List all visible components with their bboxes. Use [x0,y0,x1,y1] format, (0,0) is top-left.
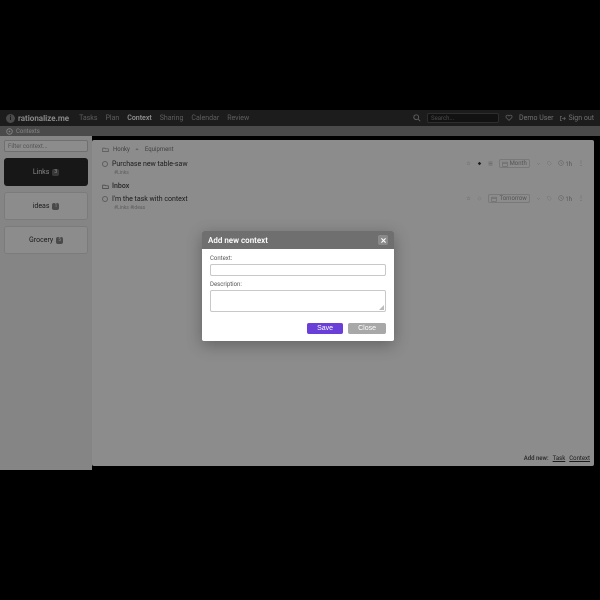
modal-footer: Save Close [202,318,394,341]
modal-title: Add new context [208,236,268,245]
context-input[interactable] [210,264,386,276]
modal-body: Context: Description: [202,249,394,318]
description-textarea[interactable] [210,290,386,312]
add-context-modal: Add new context Context: Description: Sa… [202,231,394,341]
context-label: Context: [210,255,386,262]
close-button[interactable]: Close [348,323,386,334]
resize-handle-icon[interactable] [379,305,384,310]
description-label: Description: [210,281,386,288]
modal-header: Add new context [202,231,394,249]
close-icon[interactable] [378,235,388,245]
save-button[interactable]: Save [307,323,343,334]
